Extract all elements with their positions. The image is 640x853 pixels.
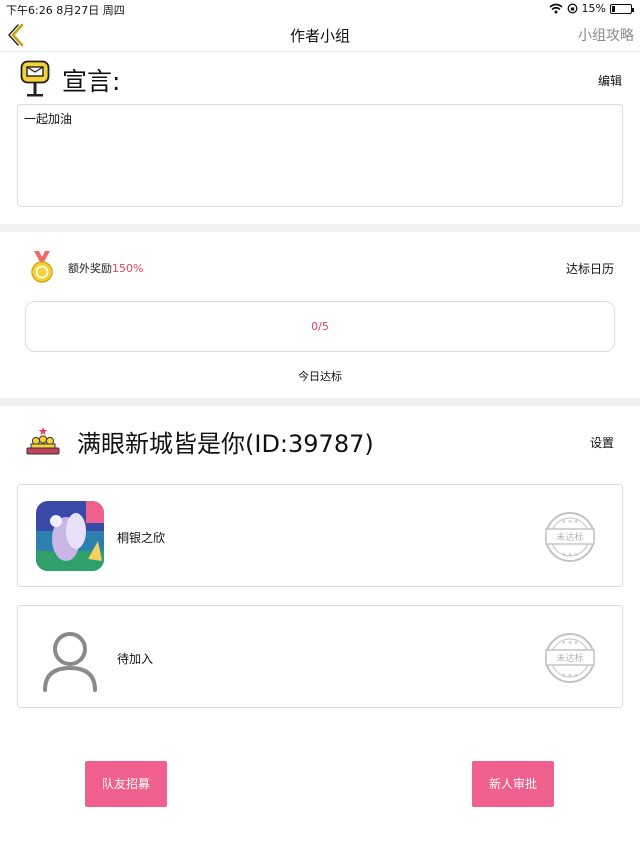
page-title: 作者小组 xyxy=(289,27,350,45)
group-settings-link[interactable]: 设置 xyxy=(590,434,614,451)
today-achievement-label: 今日达标 xyxy=(298,370,342,383)
member-card[interactable]: 桐银之欣 未达标 ★ ★ ★ ★ ★ ★ xyxy=(17,484,623,587)
stamp-label: 未达标 xyxy=(556,652,583,664)
manifesto-content[interactable]: 一起加油 xyxy=(17,104,623,207)
member-card[interactable]: 待加入 未达标 ★ ★ ★ ★ ★ ★ xyxy=(17,605,623,708)
bonus-label: 额外奖励 xyxy=(68,262,112,275)
member-name: 桐银之欣 xyxy=(117,531,166,545)
progress-counter: 0/5 xyxy=(25,301,615,352)
orientation-lock-icon xyxy=(567,3,577,14)
battery-icon xyxy=(610,3,634,14)
recruit-teammates-button[interactable]: 队友招募 xyxy=(85,761,167,807)
wifi-icon xyxy=(549,3,563,14)
new-member-approval-button[interactable]: 新人审批 xyxy=(472,761,554,807)
group-name-title: 满眼新城皆是你(ID:39787) xyxy=(77,430,374,458)
manifesto-title: 宣言: xyxy=(62,67,121,96)
bonus-reward-text: 额外奖励150% xyxy=(68,260,143,276)
edit-manifesto-button[interactable]: 编辑 xyxy=(598,72,622,89)
not-reached-stamp-icon: 未达标 ★ ★ ★ ★ ★ ★ xyxy=(545,512,595,562)
svg-text:★ ★ ★: ★ ★ ★ xyxy=(562,552,579,558)
member-avatar xyxy=(36,501,104,571)
nav-bar: 作者小组 小组攻略 xyxy=(0,18,640,52)
mailbox-icon xyxy=(20,60,50,97)
svg-text:★ ★ ★: ★ ★ ★ xyxy=(562,673,579,679)
section-divider xyxy=(0,224,640,232)
not-reached-stamp-icon: 未达标 ★ ★ ★ ★ ★ ★ xyxy=(545,633,595,683)
bonus-percent: 150% xyxy=(112,262,144,275)
svg-text:★ ★ ★: ★ ★ ★ xyxy=(562,519,579,525)
manifesto-header: 宣言: 编辑 xyxy=(18,58,628,98)
achievement-calendar-link[interactable]: 达标日历 xyxy=(566,260,614,277)
group-badge-icon xyxy=(26,427,60,455)
status-bar: 下午6:26 8月27日 周四 15% xyxy=(0,0,640,18)
battery-percent: 15% xyxy=(581,2,606,15)
medal-icon xyxy=(31,251,53,283)
section-divider xyxy=(0,398,640,406)
member-name: 待加入 xyxy=(117,652,154,666)
svg-text:★ ★ ★: ★ ★ ★ xyxy=(562,640,579,646)
status-time-date: 下午6:26 8月27日 周四 xyxy=(6,4,125,17)
stamp-label: 未达标 xyxy=(556,531,583,543)
person-placeholder-icon xyxy=(43,632,97,692)
group-strategy-link[interactable]: 小组攻略 xyxy=(578,25,634,45)
status-indicators: 15% xyxy=(549,2,634,15)
